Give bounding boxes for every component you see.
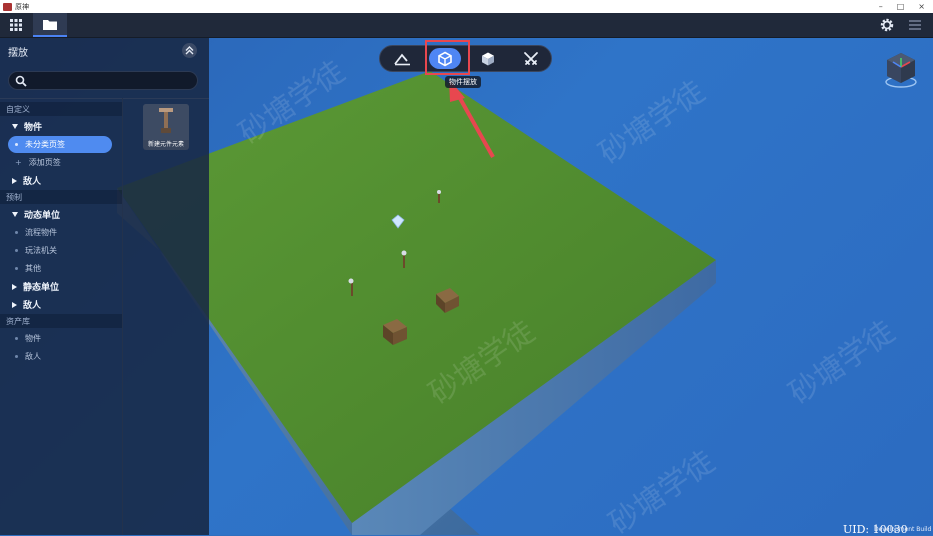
- search-input[interactable]: [27, 74, 197, 87]
- menu-icon[interactable]: [907, 17, 923, 33]
- tree-leaf-item[interactable]: 物件: [0, 330, 122, 347]
- element-thumbnail: [143, 104, 189, 140]
- cube-solid-icon: [482, 52, 494, 65]
- tree-group-label: 物件: [24, 123, 43, 133]
- tree-leaf-label: 未分类页签: [25, 140, 65, 149]
- caret-right-icon: [12, 177, 17, 184]
- double-chevron-up-icon: [185, 46, 194, 55]
- tree-section-label: 预制: [6, 192, 22, 202]
- panel-divider: [0, 98, 209, 99]
- annotation-highlight: [425, 40, 470, 75]
- tree-leaf-item[interactable]: 敌人: [0, 348, 122, 365]
- tree-leaf-label: 添加页签: [28, 158, 61, 167]
- tree-leaf-item[interactable]: 流程物件: [0, 224, 122, 241]
- crossed-swords-icon: [524, 51, 538, 65]
- tree-group-label: 动态单位: [24, 211, 61, 221]
- caret-right-icon: [12, 283, 17, 290]
- add-tab-item[interactable]: + 添加页签: [0, 154, 122, 171]
- tree-leaf-label: 物件: [25, 334, 41, 343]
- tree-leaf-item[interactable]: 其他: [0, 260, 122, 277]
- tree-section-header: 资产库: [0, 314, 122, 328]
- mode-tooltip: 物件摆放: [445, 76, 481, 88]
- tree-section-header: 自定义: [0, 102, 122, 116]
- grid-icon[interactable]: [6, 17, 26, 33]
- folder-icon[interactable]: [33, 13, 67, 37]
- column-separator: [122, 98, 123, 535]
- tree-leaf-label: 其他: [25, 264, 41, 273]
- build-label: Development Build: [874, 526, 932, 533]
- tree-leaf-item[interactable]: 玩法机关: [0, 242, 122, 259]
- tree-section-header: 预制: [0, 190, 122, 204]
- tree-group-label: 敌人: [23, 177, 42, 187]
- search-box[interactable]: [8, 71, 198, 90]
- terrain-mode-button[interactable]: [386, 48, 418, 69]
- tree-leaf-label: 敌人: [25, 352, 41, 361]
- app-icon: [3, 2, 12, 11]
- tree-leaf-item[interactable]: 未分类页签: [8, 136, 112, 153]
- bullet-icon: [15, 267, 18, 270]
- bullet-icon: [15, 337, 18, 340]
- tree-group-label: 静态单位: [23, 283, 60, 293]
- combat-mode-button[interactable]: [515, 48, 547, 69]
- tree-group[interactable]: 物件: [0, 118, 122, 135]
- panel-title: 摆放: [8, 48, 28, 59]
- bullet-icon: [15, 143, 18, 146]
- caret-down-icon: [12, 124, 18, 129]
- tree-group-label: 敌人: [23, 301, 42, 311]
- window-controls: – □ ×: [879, 0, 925, 13]
- item-card-label: 新建元件元素: [147, 141, 184, 148]
- bullet-icon: [15, 231, 18, 234]
- collapse-panel-button[interactable]: [182, 43, 197, 58]
- terrain-icon: [393, 53, 410, 65]
- gear-icon[interactable]: [879, 17, 895, 33]
- top-toolbar: [0, 13, 933, 38]
- item-card[interactable]: 新建元件元素: [143, 104, 189, 150]
- maximize-button[interactable]: □: [897, 0, 905, 13]
- block-mode-button[interactable]: [472, 48, 504, 69]
- tree-group[interactable]: 敌人: [0, 172, 122, 189]
- bullet-icon: [15, 355, 18, 358]
- bullet-icon: [15, 249, 18, 252]
- placement-panel: 摆放 自定义 物件 未分类页签 + 添加页签 敌人 预制 动态单位 流程物件 玩法机关 其他 静态单位…: [0, 38, 209, 535]
- caret-down-icon: [12, 212, 18, 217]
- view-cube-widget[interactable]: [884, 51, 918, 89]
- tree-group[interactable]: 静态单位: [0, 278, 122, 295]
- search-icon: [15, 75, 27, 87]
- tree-section-label: 自定义: [6, 104, 30, 114]
- minimize-button[interactable]: –: [879, 0, 883, 13]
- tree-section-label: 资产库: [6, 316, 30, 326]
- tree-group[interactable]: 敌人: [0, 296, 122, 313]
- tree-group[interactable]: 动态单位: [0, 206, 122, 223]
- caret-right-icon: [12, 301, 17, 308]
- plus-icon: +: [15, 158, 22, 167]
- tree-leaf-label: 流程物件: [25, 228, 57, 237]
- window-title: 原神: [15, 2, 29, 11]
- tree-leaf-label: 玩法机关: [25, 246, 57, 255]
- title-bar: 原神 – □ ×: [0, 0, 933, 14]
- view-cube-icon: [885, 53, 917, 88]
- close-button[interactable]: ×: [918, 0, 925, 13]
